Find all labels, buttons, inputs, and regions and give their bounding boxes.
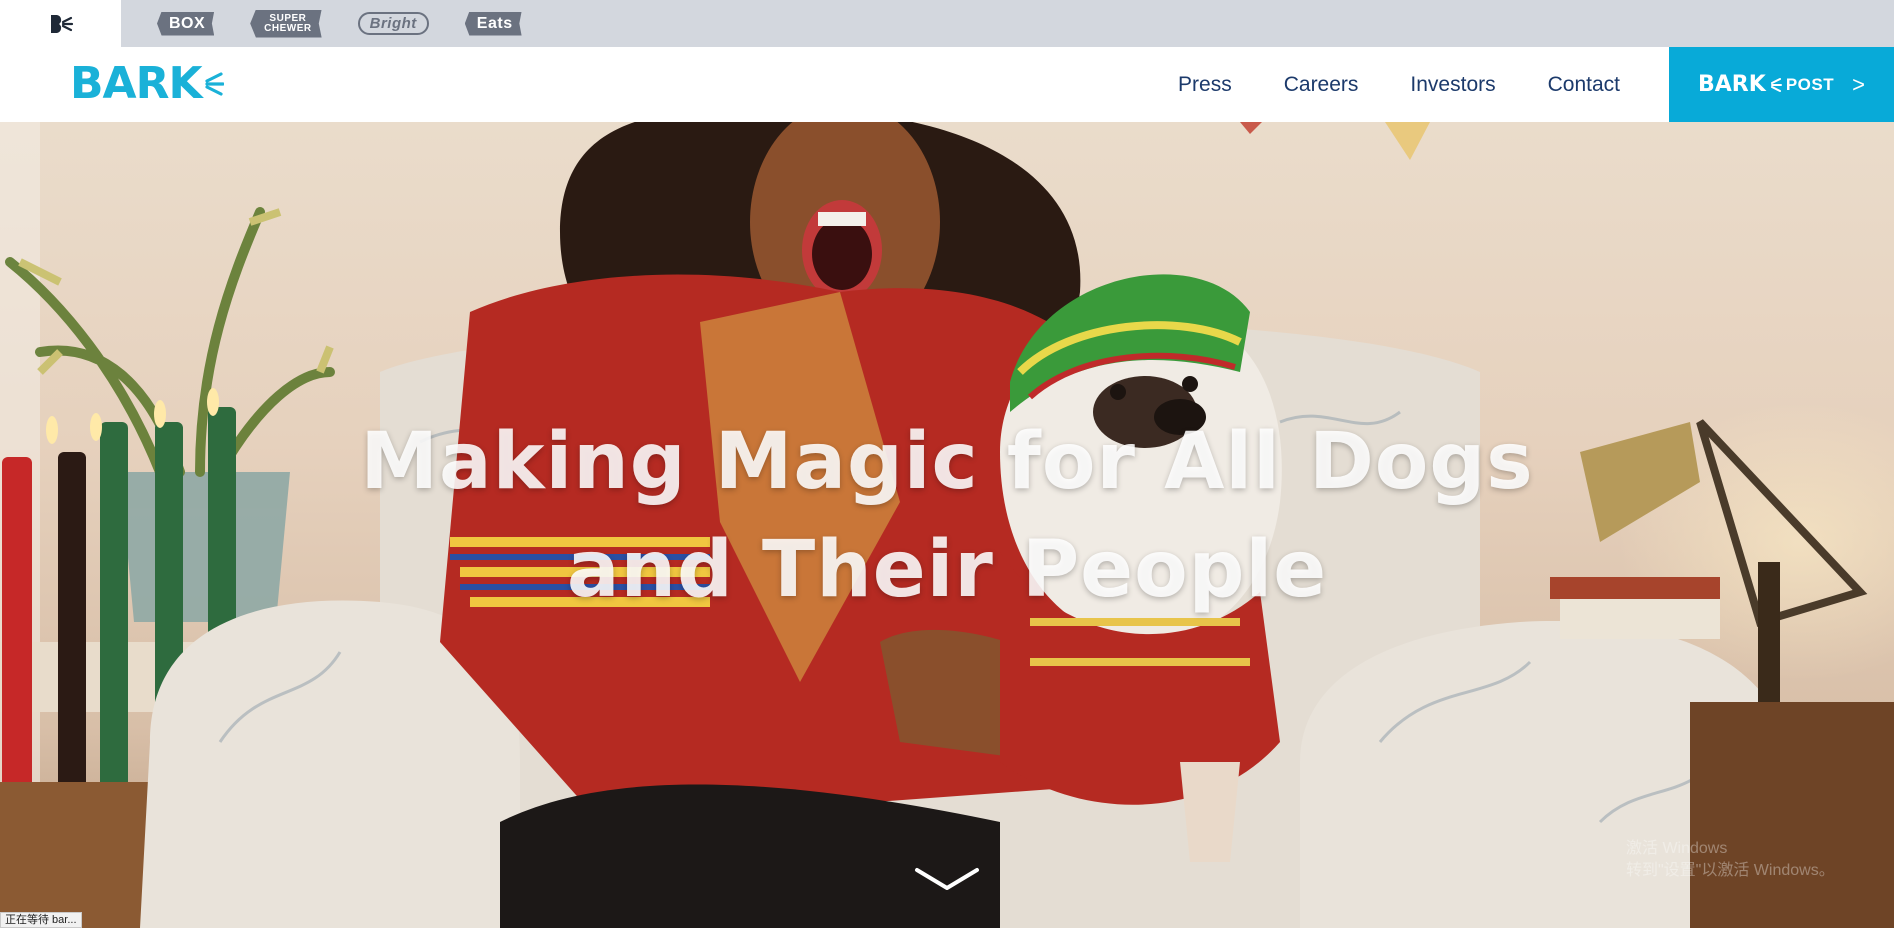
brand-tab-bright[interactable]: Bright [357,10,429,38]
nav-links: Press Careers Investors Contact [1178,47,1620,122]
barkpost-burst-icon [1770,77,1782,92]
nav-link-investors[interactable]: Investors [1410,73,1495,97]
brand-switcher-bar: BOX SUPER CHEWER Bright Eats [0,0,1894,47]
nav-link-careers[interactable]: Careers [1284,73,1359,97]
brand-tab-eats[interactable]: Eats [464,10,522,38]
windows-activation-watermark: 激活 Windows 转到"设置"以激活 Windows。 [1626,838,1835,882]
bark-burst-icon [204,72,224,96]
barkpost-brand: BARK [1698,72,1766,97]
brand-label-eats: Eats [464,11,522,36]
main-navigation: BARK Press Careers Investors Contact BAR… [0,47,1894,122]
brand-label-box: BOX [157,11,215,36]
brand-tab-box[interactable]: BOX [157,10,215,38]
watermark-line-1: 激活 Windows [1626,840,1728,857]
logo-text: BARK [70,58,203,109]
nav-link-press[interactable]: Press [1178,73,1232,97]
browser-status-bar: 正在等待 bar... [0,912,82,928]
hero-section: Making Magic for All Dogs and Their Peop… [0,122,1894,928]
chevron-right-icon: > [1852,71,1865,97]
bark-logo[interactable]: BARK [70,61,224,107]
hero-title-line-1: Making Magic for All Dogs [360,417,1534,507]
bark-mini-logo-icon [50,14,73,33]
super-chewer-line2: CHEWER [264,22,312,34]
chevron-down-icon [915,868,979,890]
watermark-line-2: 转到"设置"以激活 Windows。 [1626,862,1835,879]
scroll-down-button[interactable] [914,862,980,896]
hero-title-line-2: and Their People [566,525,1328,615]
brand-label-super-chewer: SUPER CHEWER [250,9,322,38]
brand-tab-super-chewer[interactable]: SUPER CHEWER [250,9,322,38]
brand-label-bright: Bright [357,12,429,35]
barkpost-button[interactable]: BARK POST > [1669,47,1894,122]
brand-tab-bark[interactable] [0,0,121,47]
barkpost-label: POST [1785,74,1835,94]
hero-title: Making Magic for All Dogs and Their Peop… [0,408,1894,624]
nav-link-contact[interactable]: Contact [1548,73,1620,97]
